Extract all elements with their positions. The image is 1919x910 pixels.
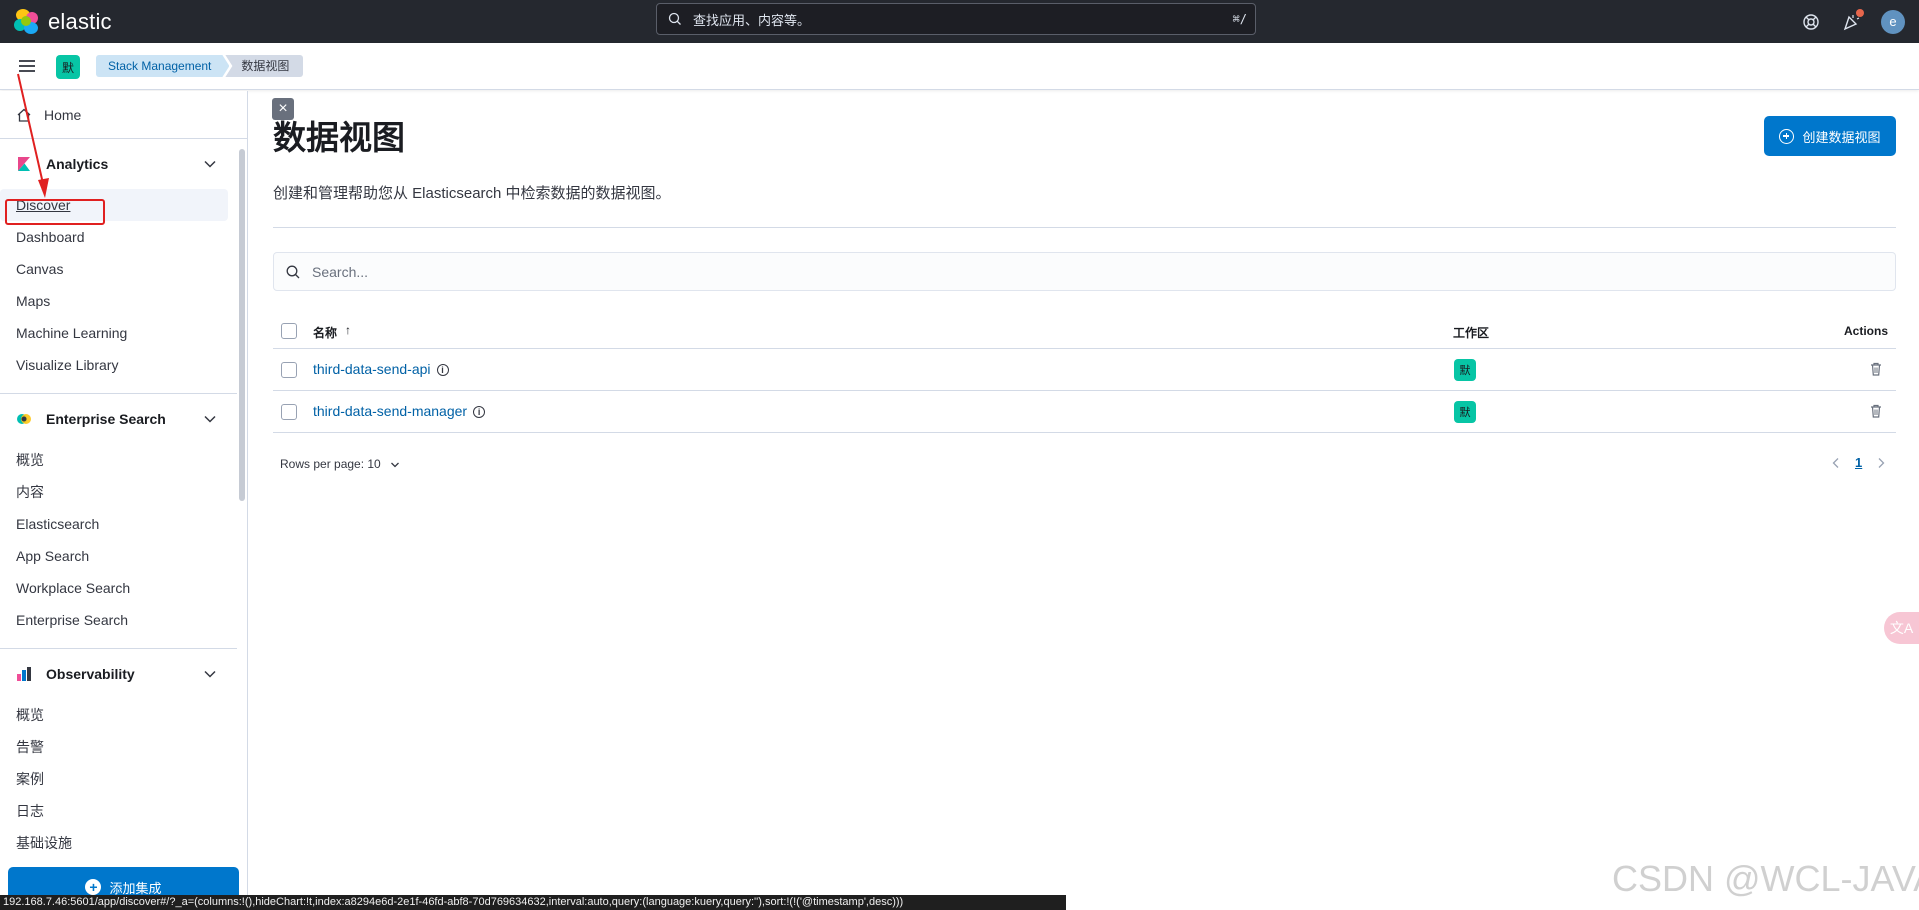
- trash-icon[interactable]: [1868, 403, 1884, 419]
- trash-icon[interactable]: [1868, 361, 1884, 377]
- create-data-view-label: 创建数据视图: [1802, 129, 1881, 145]
- annotation-highlight-box: [5, 199, 105, 225]
- column-header-space: 工作区: [1453, 326, 1490, 340]
- nav-item-infrastructure[interactable]: 基础设施: [0, 827, 247, 859]
- annotation-arrow-icon: [17, 73, 49, 198]
- search-icon: [668, 12, 681, 25]
- info-icon[interactable]: i: [473, 406, 486, 419]
- add-integrations-label: 添加集成: [109, 880, 162, 896]
- elastic-logo-icon: [14, 8, 40, 35]
- sidebar-scrollbar[interactable]: [239, 149, 245, 501]
- chevron-left-icon[interactable]: [1829, 456, 1843, 470]
- nav-item-enterprise-search[interactable]: Enterprise Search: [0, 604, 247, 636]
- chevron-down-icon: [391, 462, 400, 468]
- space-badge[interactable]: 默: [1454, 359, 1476, 381]
- rows-per-page-button[interactable]: Rows per page: 10: [280, 457, 400, 471]
- page-title: 数据视图: [273, 119, 405, 156]
- space-selector[interactable]: 默: [56, 55, 80, 79]
- breadcrumb-bar: 默 Stack Management 数据视图: [0, 43, 1919, 90]
- breadcrumb: Stack Management 数据视图: [96, 55, 304, 77]
- row-checkbox[interactable]: [281, 404, 297, 420]
- nav-item-workplace-search[interactable]: Workplace Search: [0, 572, 247, 604]
- elastic-logo[interactable]: elastic: [14, 0, 112, 43]
- data-view-search: [273, 252, 1896, 291]
- help-icon[interactable]: [1801, 12, 1821, 32]
- chevron-down-icon[interactable]: [203, 412, 217, 426]
- info-icon[interactable]: i: [436, 364, 449, 377]
- data-views-table: 名称 ↑ 工作区 Actions third-data-send-api i 默 …: [273, 311, 1896, 433]
- notification-dot: [1856, 8, 1864, 17]
- row-checkbox[interactable]: [281, 362, 297, 378]
- page-number-button[interactable]: 1: [1855, 455, 1862, 470]
- translate-widget[interactable]: 文A: [1884, 612, 1919, 644]
- plus-in-circle-icon: [1779, 128, 1795, 144]
- nav-group-title: Enterprise Search: [46, 411, 166, 427]
- breadcrumb-data-views: 数据视图: [225, 55, 304, 77]
- enterprise-search-icon: [17, 414, 31, 424]
- nav-item-cases[interactable]: 案例: [0, 763, 247, 795]
- nav-group-title: Analytics: [46, 156, 109, 172]
- chevron-down-icon[interactable]: [203, 667, 217, 681]
- nav-item-alerts[interactable]: 告警: [0, 731, 247, 763]
- breadcrumb-stack-management[interactable]: Stack Management: [96, 55, 229, 77]
- data-view-link[interactable]: third-data-send-api i: [313, 361, 449, 377]
- data-view-name: third-data-send-manager: [313, 403, 468, 419]
- nav-item-dashboard[interactable]: Dashboard: [0, 221, 247, 253]
- main-content: × 数据视图 创建和管理帮助您从 Elasticsearch 中检索数据的数据视…: [249, 91, 1919, 910]
- nav-item-logs[interactable]: 日志: [0, 795, 247, 827]
- nav-group-enterprise-search[interactable]: Enterprise Search: [0, 394, 247, 444]
- observability-icon: [17, 667, 31, 681]
- rows-per-page-label: Rows per page: 10: [280, 457, 381, 471]
- plus-icon: +: [85, 879, 102, 895]
- pagination: 1: [1829, 455, 1888, 470]
- divider: [273, 227, 1896, 228]
- search-input[interactable]: [312, 261, 1872, 283]
- global-search-placeholder: 查找应用、内容等。: [693, 12, 811, 28]
- news-feed-button[interactable]: [1841, 8, 1864, 32]
- nav-item-machine-learning[interactable]: Machine Learning: [0, 317, 247, 349]
- chevron-right-icon[interactable]: [1874, 456, 1888, 470]
- table-row: third-data-send-api i 默: [273, 349, 1896, 391]
- data-view-name: third-data-send-api: [313, 361, 431, 377]
- chevron-down-icon[interactable]: [203, 157, 217, 171]
- nav-group-title: Observability: [46, 666, 135, 682]
- column-header-name[interactable]: 名称: [313, 324, 337, 341]
- search-shortcut: ⌘/: [1232, 12, 1247, 26]
- nav-item-overview[interactable]: 概览: [0, 444, 247, 476]
- nav-item-canvas[interactable]: Canvas: [0, 253, 247, 285]
- table-header: 名称 ↑ 工作区 Actions: [273, 311, 1896, 349]
- nav-item-elasticsearch[interactable]: Elasticsearch: [0, 508, 247, 540]
- nav-item-obs-overview[interactable]: 概览: [0, 699, 247, 731]
- nav-group-observability[interactable]: Observability: [0, 649, 247, 699]
- page-description: 创建和管理帮助您从 Elasticsearch 中检索数据的数据视图。: [273, 185, 671, 202]
- watermark: CSDN @WCL-JAVA: [1612, 858, 1919, 899]
- data-view-link[interactable]: third-data-send-manager i: [313, 403, 486, 419]
- select-all-checkbox[interactable]: [281, 323, 297, 339]
- sort-ascending-icon[interactable]: ↑: [345, 323, 351, 337]
- nav-item-content[interactable]: 内容: [0, 476, 247, 508]
- search-icon: [286, 265, 300, 279]
- table-row: third-data-send-manager i 默: [273, 391, 1896, 433]
- nav-item-visualize-library[interactable]: Visualize Library: [0, 349, 247, 381]
- top-header: elastic 查找应用、内容等。 ⌘/ e: [0, 0, 1919, 43]
- logo-text: elastic: [48, 8, 112, 34]
- browser-status-bar: 192.168.7.46:5601/app/discover#/?_a=(col…: [0, 895, 1066, 910]
- user-avatar[interactable]: e: [1881, 9, 1905, 34]
- space-badge[interactable]: 默: [1454, 401, 1476, 423]
- create-data-view-button[interactable]: 创建数据视图: [1764, 116, 1896, 156]
- column-header-actions: Actions: [1843, 324, 1888, 338]
- nav-item-maps[interactable]: Maps: [0, 285, 247, 317]
- global-search-input[interactable]: 查找应用、内容等。 ⌘/: [656, 3, 1256, 35]
- nav-item-app-search[interactable]: App Search: [0, 540, 247, 572]
